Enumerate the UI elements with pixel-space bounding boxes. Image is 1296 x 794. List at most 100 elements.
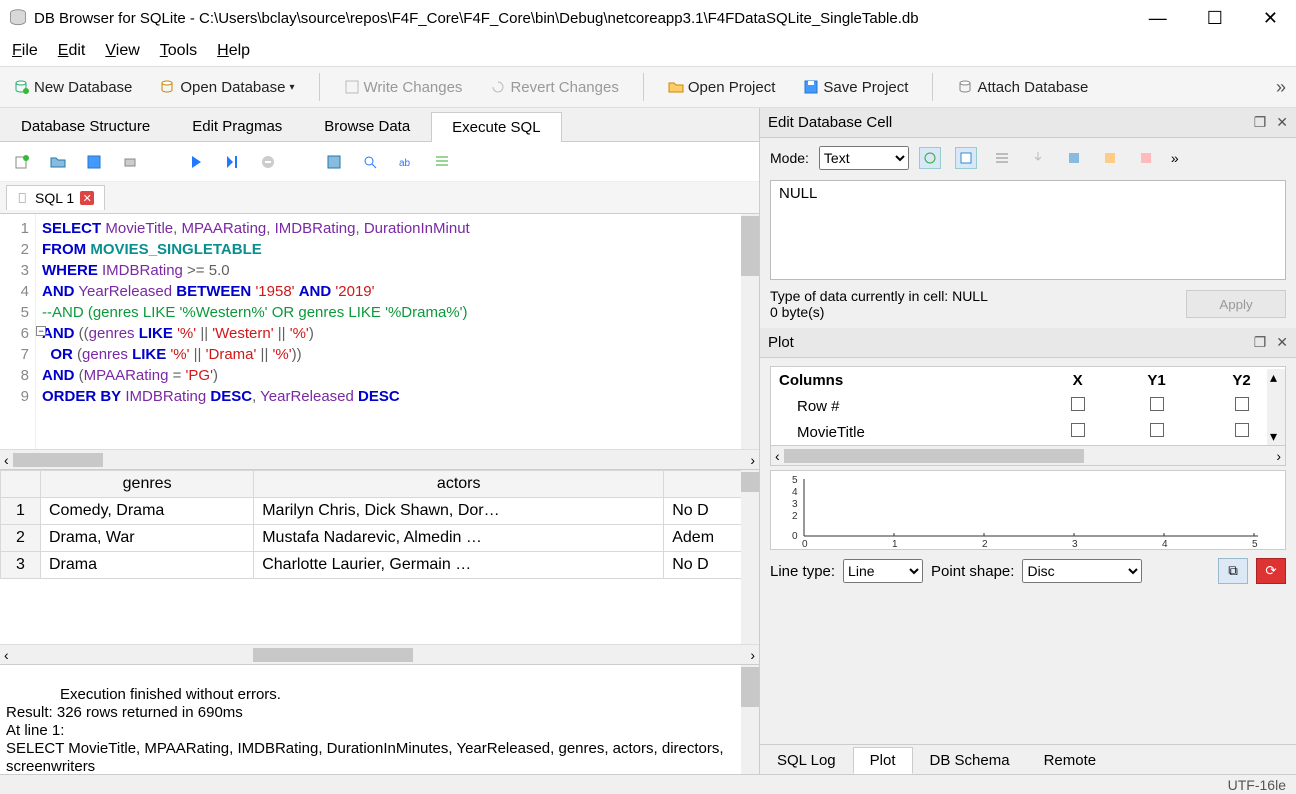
table-row[interactable]: 2Drama, WarMustafa Nadarevic, Almedin …A… (1, 525, 759, 552)
close-panel-icon[interactable]: ✕ (1276, 114, 1288, 131)
tab-plot[interactable]: Plot (853, 747, 913, 774)
maximize-button[interactable]: ☐ (1207, 8, 1223, 29)
save-results-icon[interactable] (326, 154, 342, 170)
cell-size-label: 0 byte(s) (770, 304, 988, 320)
mode-label: Mode: (770, 150, 809, 166)
plot-panel: ColumnsXY1Y2 Row # MovieTitle ▴▾ ‹› 5432… (760, 358, 1296, 744)
col-actors[interactable]: actors (254, 471, 664, 498)
dock-plot-icon[interactable]: ❐ (1254, 334, 1267, 351)
tab-sql-log[interactable]: SQL Log (760, 747, 853, 774)
plot-cols-vscroll[interactable]: ▴▾ (1267, 369, 1285, 445)
svg-text:0: 0 (792, 531, 798, 542)
sql-code[interactable]: SELECT MovieTitle, MPAARating, IMDBRatin… (36, 214, 759, 449)
fold-icon[interactable]: − (36, 326, 46, 336)
toolbar-overflow-icon[interactable]: » (1276, 77, 1286, 98)
plot-chart[interactable]: 54320 012345 (770, 470, 1286, 550)
auto-format-icon[interactable] (919, 147, 941, 169)
stop-icon[interactable] (260, 154, 276, 170)
indent-icon-2[interactable] (991, 147, 1013, 169)
attach-database-button[interactable]: Attach Database (953, 77, 1092, 98)
write-icon (344, 79, 360, 95)
svg-text:ab: ab (399, 158, 411, 169)
editor-hscroll[interactable]: ‹› (0, 449, 759, 469)
attach-icon (957, 79, 973, 95)
tab-remote[interactable]: Remote (1027, 747, 1114, 774)
play-icon[interactable] (188, 154, 204, 170)
new-database-button[interactable]: New Database (10, 77, 136, 98)
apply-button[interactable]: Apply (1186, 290, 1286, 318)
menu-tools[interactable]: Tools (154, 40, 203, 62)
cell-editor[interactable]: NULL (770, 180, 1286, 280)
table-row[interactable]: 1Comedy, DramaMarilyn Chris, Dick Shawn,… (1, 498, 759, 525)
refresh-plot-button[interactable]: ⟳ (1256, 558, 1286, 584)
close-tab-icon[interactable]: ✕ (80, 191, 94, 205)
results-hscroll[interactable]: ‹› (0, 644, 759, 664)
main-toolbar: New Database Open Database ▾ Write Chang… (0, 66, 1296, 108)
bottom-tabs: SQL Log Plot DB Schema Remote (760, 744, 1296, 774)
point-shape-select[interactable]: Disc (1022, 559, 1142, 583)
checkbox[interactable] (1071, 397, 1085, 411)
step-icon[interactable] (224, 154, 240, 170)
sql-file-tabs: SQL 1 ✕ (0, 182, 759, 214)
menu-bar: File Edit View Tools Help (0, 36, 1296, 66)
encoding-label: UTF-16le (1228, 777, 1286, 793)
results-grid[interactable]: genres actors 1Comedy, DramaMarilyn Chri… (0, 469, 759, 644)
revert-changes-button: Revert Changes (486, 77, 622, 98)
tab-database-structure[interactable]: Database Structure (0, 111, 171, 141)
new-tab-icon[interactable] (14, 154, 30, 170)
dropdown-icon[interactable]: ▾ (289, 82, 294, 93)
overflow-icon[interactable]: » (1171, 150, 1179, 166)
write-changes-button: Write Changes (340, 77, 467, 98)
plot-columns[interactable]: ColumnsXY1Y2 Row # MovieTitle ▴▾ (770, 366, 1286, 446)
svg-text:4: 4 (1162, 539, 1168, 549)
row-header-blank (1, 471, 41, 498)
log-vscroll[interactable] (741, 665, 759, 774)
table-row[interactable]: 3DramaCharlotte Laurier, Germain …No D (1, 552, 759, 579)
menu-edit[interactable]: Edit (52, 40, 92, 62)
close-button[interactable]: ✕ (1263, 8, 1278, 29)
sql-tab-1[interactable]: SQL 1 ✕ (6, 185, 105, 210)
mode-select[interactable]: Text (819, 146, 909, 170)
main-tabs: Database Structure Edit Pragmas Browse D… (0, 108, 759, 142)
close-plot-icon[interactable]: ✕ (1276, 334, 1288, 351)
app-icon (8, 8, 28, 28)
print-icon[interactable] (122, 154, 138, 170)
copy-plot-button[interactable]: ⧉ (1218, 558, 1248, 584)
import-icon[interactable] (1063, 147, 1085, 169)
execution-log[interactable]: Execution finished without errors. Resul… (0, 664, 759, 774)
replace-icon[interactable]: ab (398, 154, 414, 170)
tab-execute-sql[interactable]: Execute SQL (431, 112, 561, 142)
save-sql-icon[interactable] (86, 154, 102, 170)
plot-col-row[interactable]: Row # (773, 394, 1283, 418)
dock-icon[interactable]: ❐ (1254, 114, 1267, 131)
window-title: DB Browser for SQLite - C:\Users\bclay\s… (34, 10, 1149, 27)
plot-cols-hscroll[interactable]: ‹› (770, 446, 1286, 466)
plot-header: Plot ❐✕ (760, 328, 1296, 358)
word-wrap-icon[interactable] (955, 147, 977, 169)
menu-view[interactable]: View (99, 40, 145, 62)
indent-icon[interactable] (434, 154, 450, 170)
menu-help[interactable]: Help (211, 40, 256, 62)
line-type-select[interactable]: Line (843, 559, 923, 583)
minimize-button[interactable]: — (1149, 8, 1167, 29)
tab-browse-data[interactable]: Browse Data (303, 111, 431, 141)
open-database-button[interactable]: Open Database ▾ (156, 77, 298, 98)
tab-edit-pragmas[interactable]: Edit Pragmas (171, 111, 303, 141)
editor-vscroll[interactable] (741, 214, 759, 449)
clear-icon[interactable] (1135, 147, 1157, 169)
revert-icon (490, 79, 506, 95)
sql-toolbar: ab (0, 142, 759, 182)
col-genres[interactable]: genres (41, 471, 254, 498)
svg-text:2: 2 (982, 539, 988, 549)
find-icon[interactable] (362, 154, 378, 170)
results-vscroll[interactable] (741, 470, 759, 644)
open-project-button[interactable]: Open Project (664, 77, 780, 98)
open-sql-icon[interactable] (50, 154, 66, 170)
tab-db-schema[interactable]: DB Schema (913, 747, 1027, 774)
menu-file[interactable]: File (6, 40, 44, 62)
save-project-button[interactable]: Save Project (799, 77, 912, 98)
export-icon[interactable] (1027, 147, 1049, 169)
set-null-icon[interactable] (1099, 147, 1121, 169)
sql-editor[interactable]: 123456789 − SELECT MovieTitle, MPAARatin… (0, 214, 759, 449)
plot-col-row[interactable]: MovieTitle (773, 420, 1283, 444)
